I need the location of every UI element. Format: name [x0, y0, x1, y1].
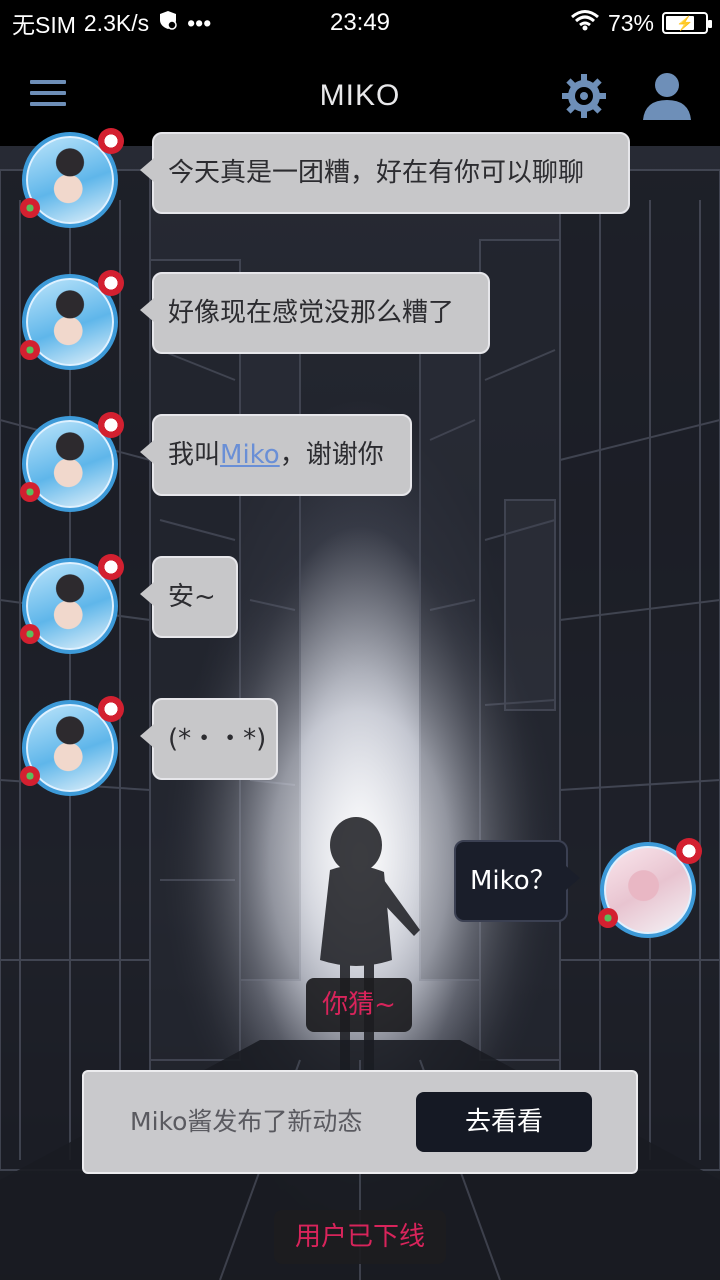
message-text: 今天真是一团糟，好在有你可以聊聊	[168, 158, 585, 188]
settings-button[interactable]	[560, 72, 608, 120]
page-title: MIKO	[319, 79, 401, 112]
avatar-miko[interactable]	[20, 270, 124, 370]
message-text-after: ，谢谢你	[279, 440, 384, 470]
message-bubble: 我叫Miko，谢谢你	[140, 414, 412, 496]
message-bubble: (*・・*)	[140, 698, 278, 780]
cake-decoration-icon	[98, 412, 124, 438]
message-text-before: 我叫	[168, 440, 221, 470]
cake-decoration-icon	[98, 270, 124, 296]
battery-icon: ⚡	[662, 12, 712, 34]
cake-decoration-icon	[676, 838, 702, 864]
strawberry-decoration-icon	[20, 198, 40, 218]
user-icon	[643, 73, 691, 120]
message-text: (*・・*)	[168, 724, 267, 754]
strawberry-decoration-icon	[598, 908, 618, 928]
message-bubble: 今天真是一团糟，好在有你可以聊聊	[140, 132, 630, 214]
charging-bolt-icon: ⚡	[676, 15, 694, 31]
message-text: 安~	[168, 582, 216, 612]
view-post-button[interactable]: 去看看	[416, 1092, 592, 1152]
message-bubble: 好像现在感觉没那么糟了	[140, 272, 490, 354]
wifi-icon	[570, 9, 600, 37]
new-post-notice: Miko酱发布了新动态 去看看	[82, 1070, 638, 1174]
message-text: 好像现在感觉没那么糟了	[168, 298, 455, 328]
reply-hint[interactable]: 你猜~	[306, 978, 412, 1032]
avatar-miko[interactable]	[20, 412, 124, 512]
message-bubble-user: Miko？	[454, 840, 580, 922]
avatar-miko[interactable]	[20, 554, 124, 654]
miko-link[interactable]: Miko	[220, 440, 280, 470]
more-icon: •••	[187, 9, 212, 36]
profile-button[interactable]	[640, 70, 694, 122]
avatar-miko[interactable]	[20, 696, 124, 796]
avatar-user[interactable]	[598, 838, 702, 938]
battery-percent: 73%	[607, 9, 654, 36]
cake-decoration-icon	[98, 696, 124, 722]
network-speed: 2.3K/s	[83, 9, 150, 36]
message-text: Miko？	[470, 866, 556, 896]
offline-status-badge: 用户已下线	[274, 1210, 446, 1264]
shield-icon	[157, 9, 179, 37]
notice-text: Miko酱发布了新动态	[130, 1107, 363, 1136]
strawberry-decoration-icon	[20, 340, 40, 360]
carrier-label: 无SIM	[12, 12, 76, 38]
chat-area: 今天真是一团糟，好在有你可以聊聊 好像现在感觉没那么糟了 我叫Miko，谢谢你 …	[0, 128, 720, 1280]
status-bar: 无SIM 2.3K/s ••• 23:49 73% ⚡	[0, 0, 720, 46]
strawberry-decoration-icon	[20, 766, 40, 786]
avatar-miko[interactable]	[20, 128, 124, 228]
gear-icon	[562, 74, 606, 118]
cake-decoration-icon	[98, 128, 124, 154]
strawberry-decoration-icon	[20, 482, 40, 502]
strawberry-decoration-icon	[20, 624, 40, 644]
cake-decoration-icon	[98, 554, 124, 580]
message-bubble: 安~	[140, 556, 238, 638]
